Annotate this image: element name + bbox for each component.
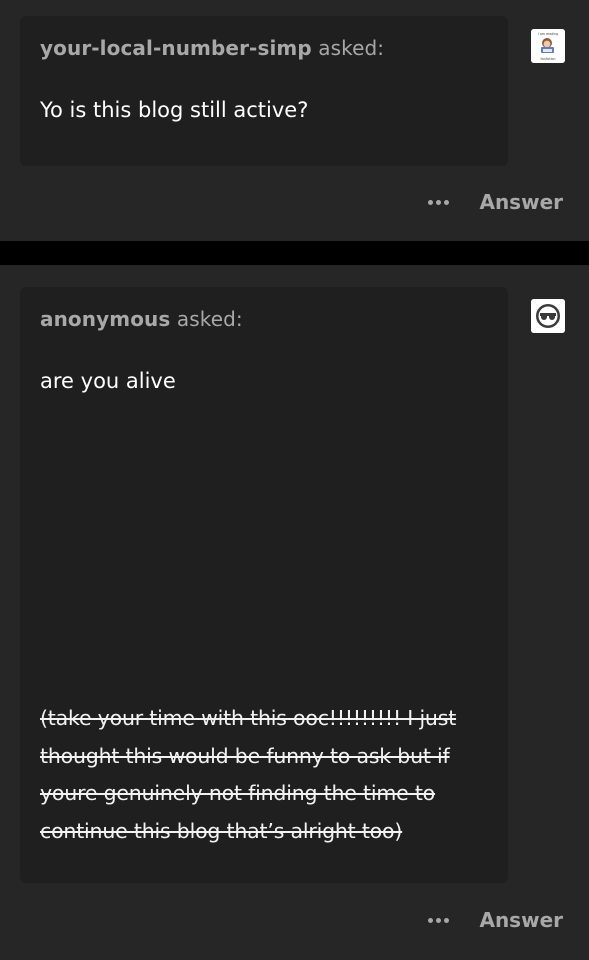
question-text: are you alive: [40, 369, 176, 393]
ask-post-2: anonymous asked: are you alive (take you…: [0, 265, 589, 960]
sticker-top-text: I am reading: [538, 32, 558, 36]
anonymous-avatar: [531, 299, 565, 333]
asker-line: anonymous asked:: [40, 307, 243, 331]
asker-name-link[interactable]: your-local-number-simp: [40, 36, 312, 60]
post-actions: Answer: [428, 908, 563, 932]
ask-bubble: your-local-number-simp asked: Yo is this…: [20, 16, 508, 166]
asker-name: anonymous: [40, 307, 171, 331]
sunglasses-anon-icon: [531, 299, 565, 333]
more-options-icon[interactable]: [428, 917, 450, 923]
sticker-bottom-text: fanfiction: [541, 57, 556, 61]
asker-avatar[interactable]: I am reading fanfiction: [531, 29, 565, 63]
more-options-icon[interactable]: [428, 199, 450, 205]
answer-button[interactable]: Answer: [479, 190, 563, 214]
reading-fanfiction-sticker-icon: I am reading fanfiction: [531, 29, 565, 63]
ask-bubble: anonymous asked: are you alive (take you…: [20, 287, 508, 883]
asker-line: your-local-number-simp asked:: [40, 36, 384, 60]
ask-post-1: your-local-number-simp asked: Yo is this…: [0, 0, 589, 241]
answer-button[interactable]: Answer: [479, 908, 563, 932]
asked-label: asked:: [318, 36, 385, 60]
post-actions: Answer: [428, 190, 563, 214]
asked-label: asked:: [176, 307, 243, 331]
post-separator: [0, 241, 589, 265]
question-text: Yo is this blog still active?: [40, 98, 309, 122]
strikethrough-note: (take your time with this ooc!!!!!!!!! I…: [40, 706, 457, 843]
